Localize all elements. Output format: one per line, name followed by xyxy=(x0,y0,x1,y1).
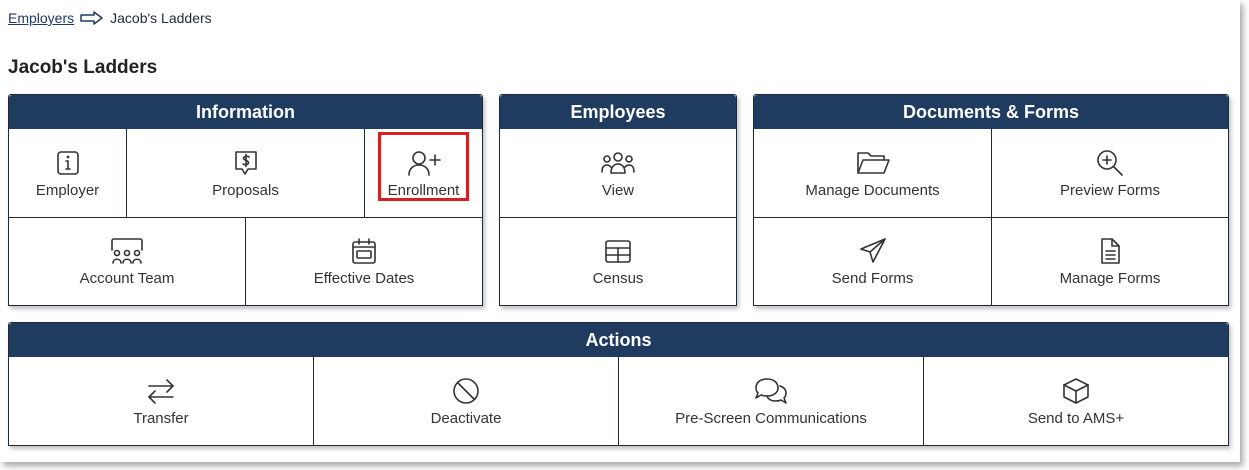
info-icon xyxy=(53,148,83,178)
preview-forms-button[interactable]: Preview Forms xyxy=(992,129,1228,217)
actions-header: Actions xyxy=(9,323,1228,357)
breadcrumb: Employers Jacob's Ladders xyxy=(8,10,212,26)
enrollment-highlight xyxy=(378,132,469,201)
view-label: View xyxy=(601,181,635,199)
arrow-right-icon xyxy=(80,11,104,25)
send-forms-button[interactable]: Send Forms xyxy=(754,218,991,305)
employer-label: Employer xyxy=(35,181,100,199)
actions-panel: Actions Transfer Deactivate Pre-Screen C… xyxy=(8,322,1229,446)
send-forms-label: Send Forms xyxy=(831,270,914,287)
preview-forms-label: Preview Forms xyxy=(1059,181,1160,199)
calendar-icon xyxy=(349,236,379,266)
transfer-label: Transfer xyxy=(133,409,189,427)
breadcrumb-employers-link[interactable]: Employers xyxy=(8,10,74,26)
deactivate-button[interactable]: Deactivate xyxy=(314,357,618,445)
deactivate-label: Deactivate xyxy=(430,409,502,427)
view-button[interactable]: View xyxy=(500,129,736,217)
account-team-button[interactable]: Account Team xyxy=(9,218,245,305)
transfer-button[interactable]: Transfer xyxy=(9,357,313,445)
team-icon xyxy=(109,236,145,266)
manage-forms-label: Manage Forms xyxy=(1059,270,1161,287)
census-button[interactable]: Census xyxy=(500,218,736,305)
folder-icon xyxy=(855,148,891,178)
dollar-speech-icon xyxy=(231,148,261,178)
transfer-arrows-icon xyxy=(146,376,176,406)
zoom-in-icon xyxy=(1095,148,1125,178)
employees-panel: Employees View Census xyxy=(499,94,737,306)
ban-icon xyxy=(451,376,481,406)
manage-documents-button[interactable]: Manage Documents xyxy=(754,129,991,217)
account-team-label: Account Team xyxy=(79,270,175,287)
documents-panel: Documents & Forms Manage Documents Previ… xyxy=(753,94,1229,306)
manage-documents-label: Manage Documents xyxy=(805,181,940,199)
chat-bubbles-icon xyxy=(753,376,789,406)
prescreen-communications-button[interactable]: Pre-Screen Communications xyxy=(619,357,923,445)
prescreen-label: Pre-Screen Communications xyxy=(675,409,867,427)
send-to-ams-label: Send to AMS+ xyxy=(1027,409,1125,427)
page-title: Jacob's Ladders xyxy=(8,57,158,78)
page-frame: Employers Jacob's Ladders Jacob's Ladder… xyxy=(0,0,1240,462)
table-icon xyxy=(603,236,633,266)
documents-header: Documents & Forms xyxy=(754,95,1228,129)
breadcrumb-current: Jacob's Ladders xyxy=(110,10,212,26)
send-to-ams-button[interactable]: Send to AMS+ xyxy=(924,357,1228,445)
census-label: Census xyxy=(592,270,644,287)
employer-button[interactable]: Employer xyxy=(9,129,126,217)
employees-header: Employees xyxy=(500,95,736,129)
cube-icon xyxy=(1061,376,1091,406)
people-icon xyxy=(600,148,636,178)
manage-forms-button[interactable]: Manage Forms xyxy=(992,218,1228,305)
proposals-button[interactable]: Proposals xyxy=(127,129,364,217)
effective-dates-button[interactable]: Effective Dates xyxy=(246,218,482,305)
document-icon xyxy=(1095,236,1125,266)
information-header: Information xyxy=(9,95,482,129)
paper-plane-icon xyxy=(858,236,888,266)
proposals-label: Proposals xyxy=(212,181,279,199)
effective-dates-label: Effective Dates xyxy=(313,270,415,287)
